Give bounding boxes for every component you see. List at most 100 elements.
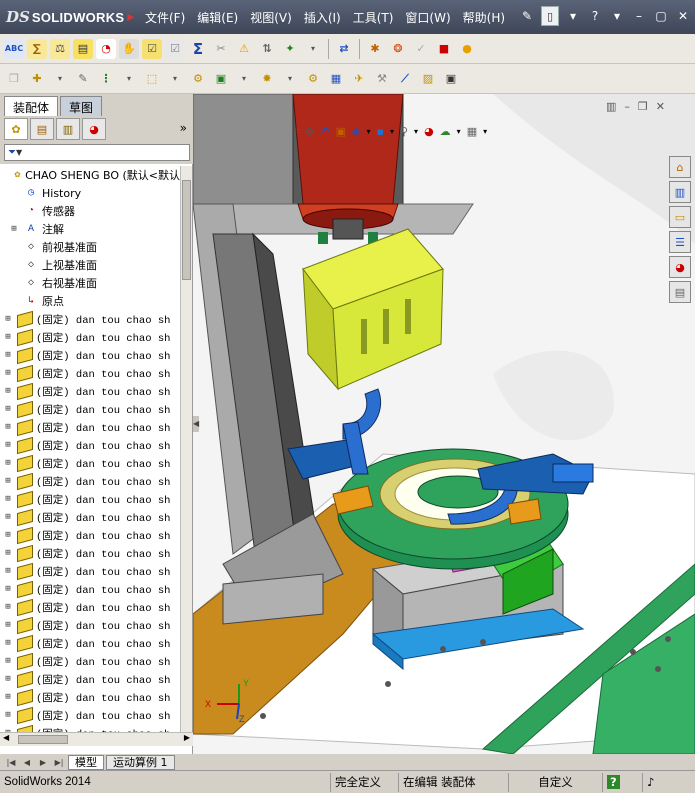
view-palette-icon[interactable]: ☰ [669,231,691,253]
tree-row[interactable]: ⊞(固定) dan tou chao sh [0,706,180,724]
menu-insert[interactable]: 插入(I) [304,9,341,26]
measure-icon[interactable]: ▤ [73,38,93,59]
display-manager-tab-icon[interactable]: ◕ [82,118,106,140]
move-component-icon[interactable]: ⬚ [142,69,162,89]
tree-expand-icon[interactable]: ⊞ [3,314,13,324]
tree-expand-icon[interactable]: ⊞ [3,350,13,360]
tree-row[interactable]: ⊞(固定) dan tou chao sh [0,328,180,346]
tree-row[interactable]: ⊞(固定) dan tou chao sh [0,652,180,670]
viewport-close-icon[interactable]: ✕ [656,100,665,113]
hide-show-items-icon[interactable]: ⚲ [400,125,408,138]
smart-mates-icon[interactable]: ⋮ [96,69,116,89]
appearance-icon[interactable]: ■ [434,39,454,59]
status-bell-icon[interactable]: ♪ [642,772,672,792]
menu-edit[interactable]: 编辑(E) [197,9,238,26]
design-library-icon[interactable]: ▥ [669,181,691,203]
align-icon[interactable]: ⇅ [257,39,277,59]
bill-of-materials-icon[interactable]: ▦ [326,69,346,89]
tab-first-icon[interactable]: |◀ [4,756,18,769]
tab-prev-icon[interactable]: ◀ [20,756,34,769]
view-settings-dropdown-icon[interactable]: ▾ [483,127,487,136]
tree-row[interactable]: ⊞(固定) dan tou chao sh [0,634,180,652]
status-help-button[interactable]: ? [602,772,642,792]
tree-row[interactable]: ⊞(固定) dan tou chao sh [0,580,180,598]
interference-dropdown-icon[interactable]: ▾ [303,39,323,59]
large-assembly-icon[interactable]: ▨ [418,69,438,89]
explode-line-icon[interactable]: ⚒ [372,69,392,89]
tree-row[interactable]: ⊞(固定) dan tou chao sh [0,400,180,418]
tree-filter-input[interactable]: ⏷ ▼ [4,144,190,161]
viewport-split-icon[interactable]: ▥ [606,100,616,113]
tree-row[interactable]: ⊞(固定) dan tou chao sh [0,544,180,562]
section-icon[interactable]: ✋ [119,38,139,59]
tree-expand-icon[interactable]: ⊞ [3,620,13,630]
display-style-icon[interactable]: ▪ [377,125,384,138]
reference-dropdown-icon[interactable]: ▾ [280,69,300,89]
tree-expand-icon[interactable]: ⊞ [3,368,13,378]
tree-expand-icon[interactable]: ⊞ [3,530,13,540]
menu-tools[interactable]: 工具(T) [353,9,394,26]
apply-scene-icon[interactable]: ☁ [440,125,451,138]
mate-icon[interactable]: ✂ [211,39,231,59]
tree-row[interactable]: ⊞(固定) dan tou chao sh [0,526,180,544]
tree-expand-icon[interactable]: ⊞ [3,710,13,720]
mate-dropdown-icon[interactable]: ▾ [119,69,139,89]
configuration-manager-tab-icon[interactable]: ▥ [56,118,80,140]
tree-row[interactable]: ⊞(固定) dan tou chao sh [0,616,180,634]
tree-expand-icon[interactable]: ⊞ [3,566,13,576]
view-orientation-icon[interactable]: ◈ [352,125,360,138]
hide-show-dropdown-icon[interactable]: ▾ [414,127,418,136]
view-settings-icon[interactable]: ▦ [467,125,477,138]
move-dropdown-icon[interactable]: ▾ [165,69,185,89]
assembly-model-render[interactable] [193,94,695,754]
tree-row[interactable]: ⊞(固定) dan tou chao sh [0,490,180,508]
tree-row[interactable]: ⊞(固定) dan tou chao sh [0,472,180,490]
tree-hscroll-thumb[interactable] [18,735,68,744]
new-document-icon[interactable]: ▯ [541,6,559,26]
snapshot-icon[interactable]: ▣ [441,69,461,89]
tree-expand-icon[interactable]: ⊞ [3,458,13,468]
restore-icon[interactable]: ▢ [653,8,669,24]
menu-help[interactable]: 帮助(H) [463,9,505,26]
tab-last-icon[interactable]: ▶| [52,756,66,769]
help-dropdown-icon[interactable]: ▾ [609,8,625,24]
help-icon[interactable]: ? [587,8,603,24]
viewport-minimize-icon[interactable]: – [624,100,630,113]
tab-model[interactable]: 模型 [68,754,104,770]
solidworks-logo[interactable]: DS SOLIDWORKS ▸ [6,6,134,28]
tree-expand-icon[interactable]: ⊞ [3,440,13,450]
realview-icon[interactable]: ● [457,39,477,59]
tree-row[interactable]: ⊞(固定) dan tou chao sh [0,562,180,580]
tree-row[interactable]: ⊞(固定) dan tou chao sh [0,508,180,526]
tree-expand-icon[interactable]: ⊞ [3,512,13,522]
custom-properties-icon[interactable]: ▤ [669,281,691,303]
filter-dropdown-icon[interactable]: ▼ [16,148,22,157]
tree-row[interactable]: ↳ 原点 [0,292,180,310]
graphics-viewport[interactable]: ▥ – ❐ ✕ ⌕ ⊕ ↶ ▣ ◈ ▾ ▪ ▾ ⚲ ▾ ◕ ☁ ▾ ▦ ▾ ⌂ … [193,94,695,754]
file-explorer-icon[interactable]: ▭ [669,206,691,228]
tree-row[interactable]: ⊞(固定) dan tou chao sh [0,382,180,400]
tree-row[interactable]: ⊞(固定) dan tou chao sh [0,454,180,472]
tree-expand-icon[interactable]: ⊞ [3,404,13,414]
solidworks-resources-icon[interactable]: ⌂ [669,156,691,178]
tree-row[interactable]: ⊞(固定) dan tou chao sh [0,724,180,732]
color-icon[interactable]: ✱ [365,39,385,59]
more-tabs-icon[interactable]: » [180,121,187,135]
warning-icon[interactable]: ⚠ [234,39,254,59]
status-units[interactable]: 自定义 [508,772,602,792]
tree-expand-icon[interactable]: ⊞ [3,422,13,432]
features-dropdown-icon[interactable]: ▾ [234,69,254,89]
mirror-icon[interactable]: ⇄ [334,39,354,59]
new-part-icon[interactable]: ✚ [27,69,47,89]
tree-expand-icon[interactable]: ⊞ [3,656,13,666]
check-icon[interactable]: ☑ [142,38,162,59]
formula-icon[interactable]: ∑ [27,38,47,59]
tree-row[interactable]: ⊞(固定) dan tou chao sh [0,598,180,616]
check-disabled-icon[interactable]: ☑ [165,38,185,59]
equations-icon[interactable]: ⚖ [50,38,70,59]
viewport-restore-icon[interactable]: ❐ [638,100,648,113]
show-hidden-icon[interactable]: ⚙ [188,69,208,89]
tree-expand-icon[interactable]: ⊞ [3,674,13,684]
tab-sketch[interactable]: 草图 [60,96,103,116]
section-view-icon[interactable]: ▣ [336,125,346,138]
